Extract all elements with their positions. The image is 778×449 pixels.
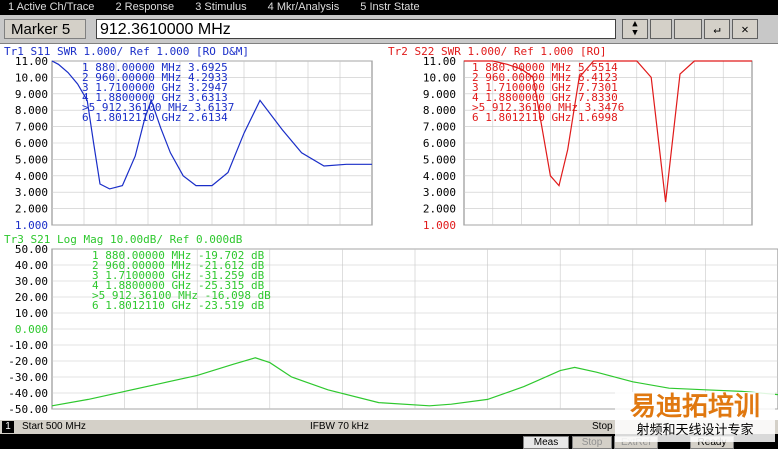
y-tick-label: 1.000 <box>15 219 48 232</box>
y-tick-label: 10.00 <box>15 71 48 84</box>
start-frequency: Start 500 MHz <box>22 421 86 432</box>
watermark-title: 易迪拓培训 <box>629 392 760 422</box>
trace-title: Tr1 S11 SWR 1.000/ Ref 1.000 [RO D&M] <box>4 45 249 58</box>
y-tick-label: -30.00 <box>8 371 48 384</box>
y-tick-label: 10.00 <box>423 71 456 84</box>
y-tick-label: 10.00 <box>15 307 48 320</box>
menu-instr-state[interactable]: 5 Instr State <box>360 1 419 13</box>
y-tick-label: 1.000 <box>423 219 456 232</box>
y-tick-label: 3.000 <box>15 186 48 199</box>
menu-mkr-analysis[interactable]: 4 Mkr/Analysis <box>268 1 340 13</box>
y-tick-label: 5.000 <box>423 153 456 166</box>
y-tick-label: 2.000 <box>423 203 456 216</box>
marker-row: 6 1.8012110 GHz -23.519 dB <box>92 299 265 312</box>
y-tick-label: 0.000 <box>15 323 48 336</box>
marker-step-buttons[interactable]: ▲ ▼ <box>622 19 648 39</box>
y-tick-label: -10.00 <box>8 339 48 352</box>
y-tick-label: -40.00 <box>8 387 48 400</box>
y-tick-label: 6.000 <box>15 137 48 150</box>
marker-row: 6 1.8012110 GHz 2.6134 <box>82 111 228 124</box>
y-tick-label: 9.000 <box>423 88 456 101</box>
y-tick-label: -20.00 <box>8 355 48 368</box>
y-tick-label: 8.000 <box>15 104 48 117</box>
marker-label: Marker 5 <box>4 19 86 39</box>
plots-svg: 11.0010.009.0008.0007.0006.0005.0004.000… <box>4 45 778 416</box>
trace-title: Tr2 S22 SWR 1.000/ Ref 1.000 [RO] <box>388 45 607 58</box>
y-tick-label: 8.000 <box>423 104 456 117</box>
y-tick-label: 3.000 <box>423 186 456 199</box>
spacer-button[interactable] <box>650 19 672 39</box>
watermark: 易迪拓培训 射频和天线设计专家 <box>615 392 775 442</box>
enter-icon[interactable]: ↵ <box>704 19 730 39</box>
menu-response[interactable]: 2 Response <box>115 1 174 13</box>
y-tick-label: -50.00 <box>8 403 48 416</box>
marker-row: 6 1.8012110 GHz 1.6998 <box>472 111 618 124</box>
y-tick-label: 4.000 <box>15 170 48 183</box>
y-tick-label: 6.000 <box>423 137 456 150</box>
y-tick-label: 20.00 <box>15 291 48 304</box>
close-icon[interactable]: ✕ <box>732 19 758 39</box>
y-tick-label: 4.000 <box>423 170 456 183</box>
channel-number[interactable]: 1 <box>2 421 14 433</box>
y-tick-label: 9.000 <box>15 88 48 101</box>
menu-bar: 1 Active Ch/Trace 2 Response 3 Stimulus … <box>0 0 778 14</box>
y-tick-label: 7.000 <box>15 121 48 134</box>
ifbw: IFBW 70 kHz <box>310 421 369 432</box>
y-tick-label: 2.000 <box>15 203 48 216</box>
y-tick-label: 5.000 <box>15 153 48 166</box>
trace-title: Tr3 S21 Log Mag 10.00dB/ Ref 0.000dB <box>4 233 243 246</box>
stop-frequency: Stop <box>592 421 613 432</box>
marker-value-input[interactable]: 912.3610000 MHz <box>96 19 616 39</box>
menu-active-ch-trace[interactable]: 1 Active Ch/Trace <box>8 1 94 13</box>
status-stop: Stop <box>572 436 612 449</box>
watermark-subtitle: 射频和天线设计专家 <box>636 423 754 438</box>
spacer-button-2[interactable] <box>674 19 702 39</box>
y-tick-label: 30.00 <box>15 275 48 288</box>
marker-toolbar: Marker 5 912.3610000 MHz ▲ ▼ ↵ ✕ <box>0 15 778 44</box>
step-down-icon[interactable]: ▼ <box>623 29 647 38</box>
menu-stimulus[interactable]: 3 Stimulus <box>195 1 246 13</box>
y-tick-label: 40.00 <box>15 259 48 272</box>
y-tick-label: 7.000 <box>423 121 456 134</box>
status-meas: Meas <box>523 436 569 449</box>
plot-area: 11.00 10.00 9.000 8.000 7.000 6.000 5.000 4.000… <box>0 44 778 420</box>
